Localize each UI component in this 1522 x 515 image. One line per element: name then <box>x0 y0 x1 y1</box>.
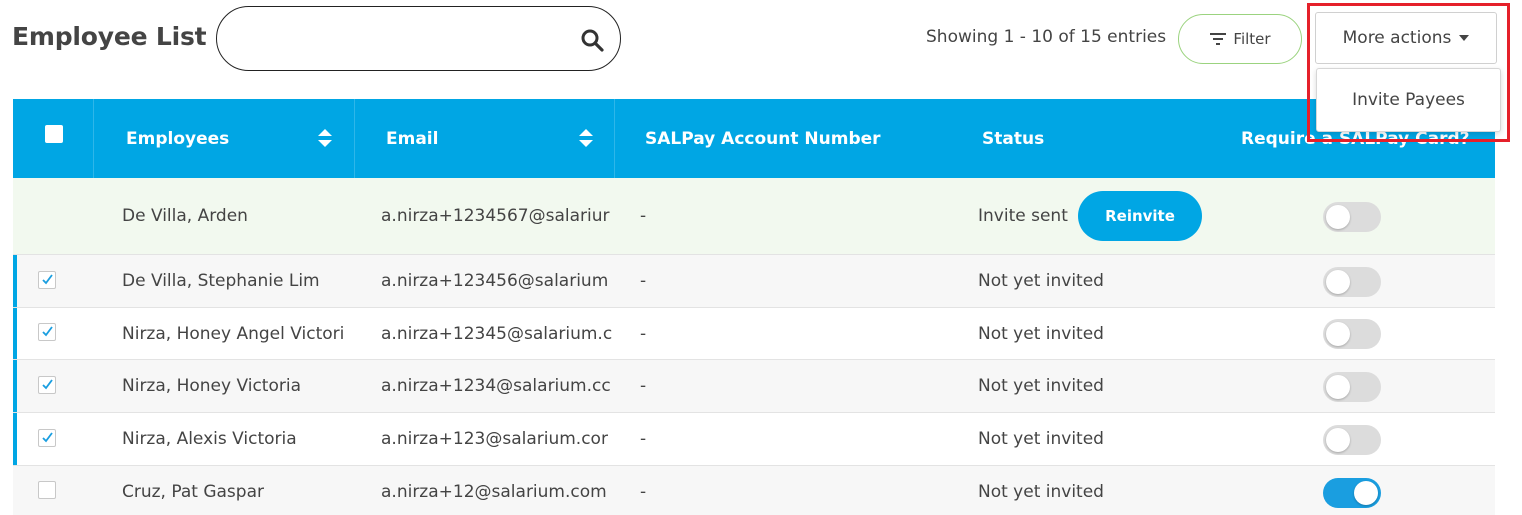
salpay-card-toggle[interactable] <box>1323 202 1381 232</box>
status-text: Not yet invited <box>978 376 1104 396</box>
filter-button[interactable]: Filter <box>1178 14 1302 64</box>
table-row: Nirza, Alexis Victoria a.nirza+123@salar… <box>13 413 1495 466</box>
search-input[interactable] <box>239 23 569 55</box>
table-row: Nirza, Honey Angel Victori a.nirza+12345… <box>13 308 1495 360</box>
employee-email: a.nirza+123456@salarium <box>381 271 609 291</box>
check-icon <box>42 379 53 390</box>
row-checkbox[interactable] <box>38 481 56 499</box>
column-header-employees[interactable]: Employees <box>126 99 229 178</box>
employee-table: Employees Email SALPay Account Number St… <box>13 99 1495 515</box>
table-row: Cruz, Pat Gaspar a.nirza+12@salarium.com… <box>13 466 1495 515</box>
column-divider <box>93 99 94 178</box>
select-all-checkbox[interactable] <box>45 125 63 143</box>
employee-email: a.nirza+12@salarium.com <box>381 482 607 502</box>
filter-icon <box>1210 33 1227 45</box>
check-icon <box>42 274 53 285</box>
row-checkbox[interactable] <box>38 376 56 394</box>
row-selected-indicator <box>13 255 17 307</box>
row-selected-indicator <box>13 413 17 465</box>
employee-name: De Villa, Arden <box>122 206 248 226</box>
employee-name: Nirza, Honey Angel Victori <box>122 323 345 344</box>
table-row: De Villa, Stephanie Lim a.nirza+123456@s… <box>13 255 1495 308</box>
employee-name: Cruz, Pat Gaspar <box>122 482 264 502</box>
status-text: Not yet invited <box>978 323 1104 344</box>
column-header-salpay-account: SALPay Account Number <box>645 128 881 149</box>
row-checkbox[interactable] <box>38 429 56 447</box>
status-text: Not yet invited <box>978 271 1104 291</box>
employee-email: a.nirza+123@salarium.cor <box>381 429 608 449</box>
menu-item-invite-payees[interactable]: Invite Payees <box>1352 90 1465 110</box>
row-checkbox[interactable] <box>38 271 56 289</box>
row-checkbox[interactable] <box>38 323 56 341</box>
employee-email: a.nirza+1234@salarium.cc <box>381 376 611 396</box>
salpay-card-toggle[interactable] <box>1323 372 1381 402</box>
employee-email: a.nirza+1234567@salariur <box>381 206 610 226</box>
table-row: Nirza, Honey Victoria a.nirza+1234@salar… <box>13 360 1495 413</box>
employee-email: a.nirza+12345@salarium.c <box>381 323 613 344</box>
search-icon[interactable] <box>580 28 604 52</box>
salpay-account-number: - <box>640 323 647 344</box>
more-actions-label: More actions <box>1342 28 1452 48</box>
salpay-card-toggle[interactable] <box>1323 478 1381 508</box>
more-actions-button[interactable]: More actions <box>1315 12 1497 64</box>
reinvite-button[interactable]: Reinvite <box>1078 191 1202 241</box>
column-divider <box>354 99 355 178</box>
employee-name: Nirza, Honey Victoria <box>122 376 301 396</box>
filter-label: Filter <box>1233 30 1271 48</box>
row-selected-indicator <box>13 360 17 412</box>
sort-icon[interactable] <box>318 129 332 147</box>
more-actions-menu: Invite Payees <box>1316 68 1501 132</box>
salpay-account-number: - <box>640 429 647 449</box>
caret-down-icon <box>1459 35 1470 41</box>
page-title: Employee List <box>12 22 207 51</box>
salpay-account-number: - <box>640 206 647 226</box>
table-header: Employees Email SALPay Account Number St… <box>13 99 1495 178</box>
salpay-card-toggle[interactable] <box>1323 267 1381 297</box>
check-icon <box>42 432 53 443</box>
salpay-account-number: - <box>640 271 647 291</box>
employee-name: De Villa, Stephanie Lim <box>122 271 320 291</box>
column-header-email[interactable]: Email <box>386 99 438 178</box>
row-selected-indicator <box>13 308 17 359</box>
sort-icon[interactable] <box>579 129 593 147</box>
entries-info: Showing 1 - 10 of 15 entries <box>926 27 1167 47</box>
status-text: Not yet invited <box>978 482 1104 502</box>
salpay-card-toggle[interactable] <box>1323 425 1381 455</box>
employee-name: Nirza, Alexis Victoria <box>122 429 297 449</box>
search-box[interactable] <box>216 6 621 71</box>
salpay-account-number: - <box>640 376 647 396</box>
salpay-account-number: - <box>640 482 647 502</box>
check-icon <box>42 326 53 337</box>
salpay-card-toggle[interactable] <box>1323 319 1381 349</box>
status-text: Not yet invited <box>978 429 1104 449</box>
status-text: Invite sent <box>978 206 1068 226</box>
employee-list-page: Employee List Showing 1 - 10 of 15 entri… <box>0 0 1522 515</box>
column-header-status: Status <box>982 128 1045 149</box>
column-divider <box>614 99 615 178</box>
table-row: De Villa, Arden a.nirza+1234567@salariur… <box>13 178 1495 255</box>
